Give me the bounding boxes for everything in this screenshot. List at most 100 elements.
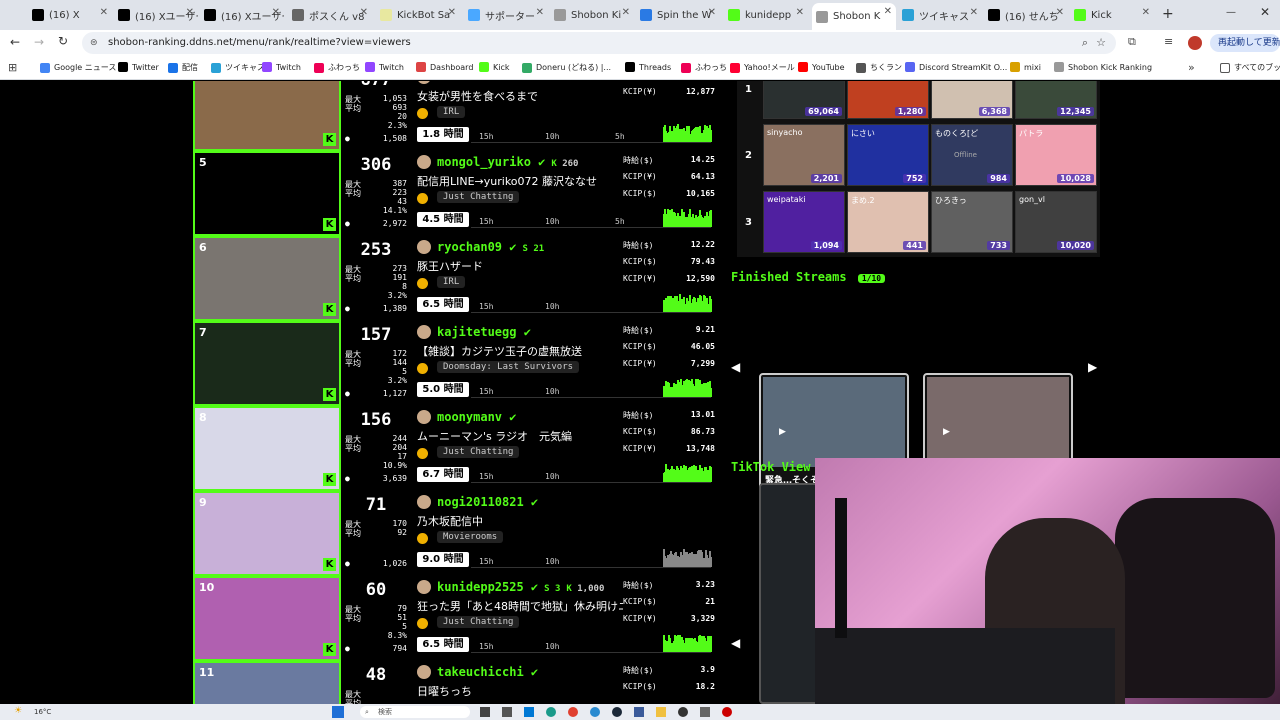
ranking-row[interactable]: 7 K 157 最大 172 平均 144 5 3.2% ● 1,127 kajitetuegg ✔ 【… bbox=[193, 321, 715, 406]
tab-close-icon[interactable]: ✕ bbox=[796, 7, 804, 18]
live-stream-tile[interactable]: まめ.2 441 bbox=[847, 191, 929, 253]
live-stream-tile[interactable]: ひろきっ 733 bbox=[931, 191, 1013, 253]
bookmark-item[interactable]: Doneru (どねる) |... bbox=[522, 62, 611, 73]
back-icon[interactable]: ← bbox=[10, 35, 20, 49]
explorer-icon[interactable] bbox=[656, 707, 666, 717]
minimize-button[interactable]: — bbox=[1226, 7, 1236, 18]
tab[interactable]: kunidepp ✕ bbox=[724, 4, 808, 26]
streamer-name[interactable]: kajitetuegg ✔ bbox=[437, 325, 531, 339]
ranking-row[interactable]: K877最大1,053平均693202.3%●1,508女装が男性を食べるまでI… bbox=[193, 81, 715, 151]
reload-icon[interactable]: ↻ bbox=[58, 34, 68, 48]
tab[interactable]: Kick ✕ bbox=[1070, 4, 1154, 26]
streamer-name[interactable]: moonymanv ✔ bbox=[437, 410, 516, 424]
play-icon[interactable]: ▶ bbox=[779, 427, 786, 437]
category-tag[interactable]: Doomsday: Last Survivors bbox=[437, 361, 580, 373]
windows-start-icon[interactable] bbox=[332, 706, 344, 718]
social-icon[interactable] bbox=[417, 108, 428, 119]
bookmark-star-icon[interactable]: ☆ bbox=[1096, 32, 1106, 54]
avatar[interactable] bbox=[417, 155, 431, 169]
live-stream-tile[interactable]: 6,368 bbox=[931, 81, 1013, 119]
tab-close-icon[interactable]: ✕ bbox=[1142, 7, 1150, 18]
live-stream-tile[interactable]: 1,280 bbox=[847, 81, 929, 119]
bookmark-item[interactable]: ツイキャス bbox=[211, 62, 265, 73]
finished-stream-thumbnail[interactable]: ▶ bbox=[927, 377, 1069, 467]
category-tag[interactable]: Movierooms bbox=[437, 531, 504, 543]
app-icon[interactable] bbox=[700, 707, 710, 717]
ranking-row[interactable]: 5 K 306 最大 387 平均 223 43 14.1% ● 2,972 mongol_yurik… bbox=[193, 151, 715, 236]
tiktok-prev-icon[interactable]: ◀ bbox=[731, 636, 740, 650]
tab[interactable]: ツイキャス ✕ bbox=[898, 4, 982, 26]
ranking-row[interactable]: 11K48最大平均● takeuchicchi ✔ 日曜ちっち 時給($) 3.9 KCI… bbox=[193, 661, 715, 704]
social-icon[interactable] bbox=[417, 193, 428, 204]
social-icon[interactable] bbox=[417, 618, 428, 629]
tab[interactable]: (16) Xユーザー✕ bbox=[114, 4, 198, 26]
ranking-row[interactable]: 10 K 60 最大 79 平均 51 5 8.3% ● 794 kunidepp2525 ✔ S 3K… bbox=[193, 576, 715, 661]
new-tab-button[interactable]: + bbox=[1162, 6, 1174, 22]
tab-close-icon[interactable]: ✕ bbox=[622, 7, 630, 18]
chrome-icon[interactable] bbox=[568, 707, 578, 717]
stream-thumbnail[interactable]: 6K bbox=[193, 236, 341, 321]
record-icon[interactable] bbox=[722, 707, 732, 717]
bookmark-item[interactable]: Yahoo!メール bbox=[730, 62, 795, 73]
avatar[interactable] bbox=[417, 81, 431, 84]
live-stream-tile[interactable]: weipataki 1,094 bbox=[763, 191, 845, 253]
tab-close-icon[interactable]: ✕ bbox=[708, 7, 716, 18]
carousel-next-icon[interactable]: ▶ bbox=[1088, 360, 1097, 374]
bookmarks-chevron-icon[interactable]: » bbox=[1188, 61, 1195, 74]
avatar[interactable] bbox=[417, 495, 431, 509]
tab[interactable]: (16) Xユーザー✕ bbox=[200, 4, 284, 26]
streamer-name[interactable]: ryochan09 ✔ S 21 bbox=[437, 240, 544, 254]
category-tag[interactable]: Just Chatting bbox=[437, 446, 520, 458]
live-stream-tile[interactable]: パトラ 10,028 bbox=[1015, 124, 1097, 186]
restart-update-button[interactable]: 再起動して更新する bbox=[1210, 34, 1280, 52]
streamer-name[interactable]: mongol_yuriko ✔ K 260 bbox=[437, 155, 578, 169]
tab[interactable]: (16) X ✕ bbox=[28, 4, 112, 26]
tab[interactable]: サポーター ✕ bbox=[464, 4, 548, 26]
tab-close-icon[interactable]: ✕ bbox=[186, 7, 194, 18]
category-tag[interactable]: Just Chatting bbox=[437, 191, 520, 203]
tab-close-icon[interactable]: ✕ bbox=[100, 7, 108, 18]
bookmark-item[interactable]: Shobon Kick Ranking bbox=[1054, 62, 1152, 72]
bookmark-item[interactable]: 配信 bbox=[168, 62, 198, 73]
avatar[interactable] bbox=[417, 580, 431, 594]
tab[interactable]: Spin the W ✕ bbox=[636, 4, 720, 26]
app-icon[interactable] bbox=[590, 707, 600, 717]
tab[interactable]: KickBot Sa ✕ bbox=[376, 4, 460, 26]
tab-close-icon[interactable]: ✕ bbox=[360, 7, 368, 18]
bookmark-item[interactable]: Discord StreamKit O... bbox=[905, 62, 1007, 72]
stream-thumbnail[interactable]: 5K bbox=[193, 151, 341, 236]
live-stream-tile[interactable]: 69,064 bbox=[763, 81, 845, 119]
profile-avatar[interactable] bbox=[1188, 36, 1202, 50]
avatar[interactable] bbox=[417, 665, 431, 679]
taskview-icon[interactable] bbox=[480, 707, 490, 717]
address-bar[interactable]: ⊜ shobon-ranking.ddns.net/menu/rank/real… bbox=[82, 32, 1116, 54]
tab-close-icon[interactable]: ✕ bbox=[1056, 7, 1064, 18]
carousel-prev-icon[interactable]: ◀ bbox=[731, 360, 740, 374]
social-icon[interactable] bbox=[417, 278, 428, 289]
forward-icon[interactable]: → bbox=[34, 35, 44, 49]
play-icon[interactable]: ▶ bbox=[943, 427, 950, 437]
category-tag[interactable]: Just Chatting bbox=[437, 616, 520, 628]
tab[interactable]: Shobon Ki ✕ bbox=[550, 4, 634, 26]
tab-close-icon[interactable]: ✕ bbox=[272, 7, 280, 18]
category-tag[interactable]: IRL bbox=[437, 106, 466, 118]
stream-thumbnail[interactable]: 8K bbox=[193, 406, 341, 491]
stream-thumbnail[interactable]: 7K bbox=[193, 321, 341, 406]
live-stream-tile[interactable]: gon_vl 10,020 bbox=[1015, 191, 1097, 253]
tab[interactable]: ポスくん v8 ✕ bbox=[288, 4, 372, 26]
menu-list-icon[interactable]: ≡ bbox=[1164, 35, 1173, 48]
bookmark-item[interactable]: Kick bbox=[479, 62, 510, 72]
steam-icon[interactable] bbox=[612, 707, 622, 717]
site-info-icon[interactable]: ⊜ bbox=[90, 32, 98, 54]
live-stream-tile[interactable]: sinyacho 2,201 bbox=[763, 124, 845, 186]
tab-close-icon[interactable]: ✕ bbox=[536, 7, 544, 18]
streamer-name[interactable]: kunidepp2525 ✔ S 3K 1,000 bbox=[437, 580, 604, 594]
store-icon[interactable] bbox=[524, 707, 534, 717]
bookmark-item[interactable]: Twitch bbox=[262, 62, 301, 72]
zoom-icon[interactable]: ⌕ bbox=[1082, 32, 1088, 54]
finished-stream-thumbnail[interactable]: ▶ bbox=[763, 377, 905, 467]
social-icon[interactable] bbox=[417, 448, 428, 459]
stream-thumbnail[interactable]: 11K bbox=[193, 661, 341, 704]
ranking-row[interactable]: 6 K 253 最大 273 平均 191 8 3.2% ● 1,389 ryochan09 ✔ S 2… bbox=[193, 236, 715, 321]
social-icon[interactable] bbox=[417, 533, 428, 544]
